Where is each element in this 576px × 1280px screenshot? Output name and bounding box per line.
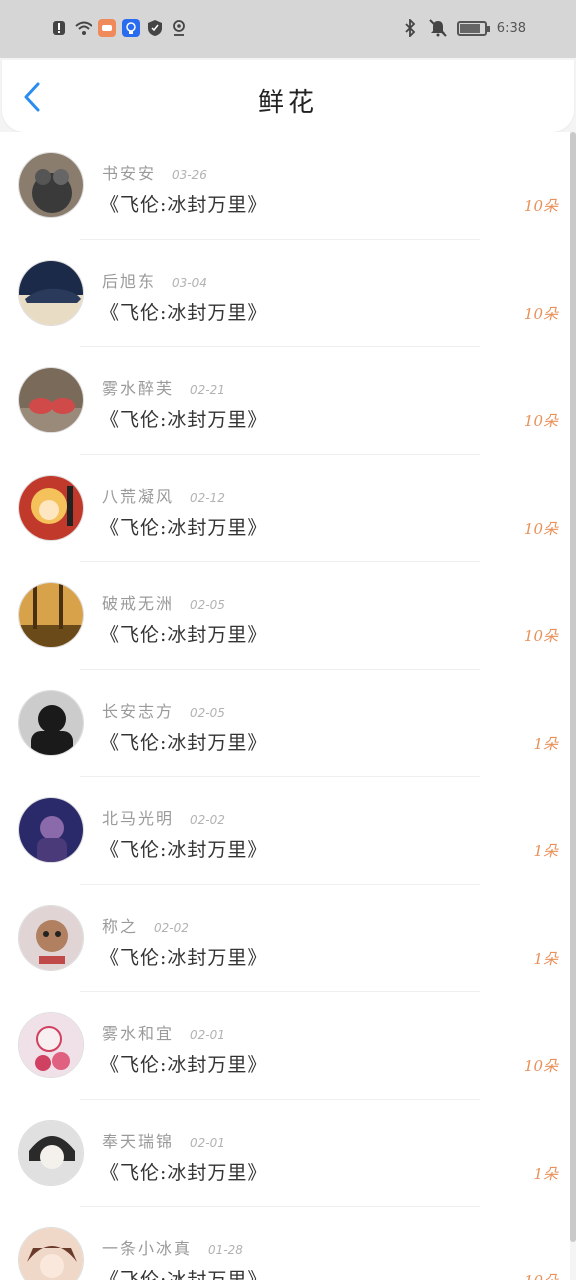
flower-count: 1朵 <box>533 734 558 753</box>
avatar[interactable] <box>18 1119 84 1186</box>
user-name: 奉天瑞锦 <box>102 1131 175 1151</box>
avatar[interactable] <box>18 582 84 648</box>
book-title[interactable]: 《飞伦:冰封万里》 <box>100 1050 267 1077</box>
gift-date: 02-12 <box>190 490 225 505</box>
user-name: 八荒凝风 <box>102 486 175 506</box>
avatar[interactable] <box>18 1227 84 1280</box>
gift-date: 02-02 <box>190 813 225 827</box>
list-item[interactable]: 长安志方 02-05 《飞伦:冰封万里》 1朵 <box>0 670 570 777</box>
book-title[interactable]: 《飞伦:冰封万里》 <box>100 298 267 325</box>
book-title[interactable]: 《飞伦:冰封万里》 <box>100 1158 267 1185</box>
flower-count: 10朵 <box>523 1057 558 1075</box>
book-title[interactable]: 《飞伦:冰封万里》 <box>100 835 267 862</box>
list-item[interactable]: 雾水醉芙 02-21 《飞伦:冰封万里》 10朵 <box>0 347 570 455</box>
list-item[interactable]: 称之 02-02 《飞伦:冰封万里》 1朵 <box>0 885 570 992</box>
book-title[interactable]: 《飞伦:冰封万里》 <box>100 513 267 540</box>
wifi-icon <box>74 18 92 38</box>
flower-count: 10朵 <box>523 627 558 645</box>
gift-date: 02-05 <box>190 598 225 612</box>
avatar[interactable] <box>18 1012 84 1078</box>
bluetooth-icon <box>401 18 419 38</box>
app-header: 鲜花 <box>2 60 574 132</box>
list-item[interactable]: 北马光明 02-02 《飞伦:冰封万里》 1朵 <box>0 777 570 885</box>
user-name: 称之 <box>102 916 139 936</box>
gift-date: 03-04 <box>172 275 207 290</box>
list-item[interactable]: 后旭东 03-04 《飞伦:冰封万里》 10朵 <box>0 240 570 347</box>
list-item[interactable]: 八荒凝风 02-12 《飞伦:冰封万里》 10朵 <box>0 455 570 562</box>
book-title[interactable]: 《飞伦:冰封万里》 <box>100 943 267 970</box>
user-name: 雾水和宜 <box>102 1024 175 1043</box>
flower-count: 1朵 <box>533 842 558 860</box>
flower-gift-list[interactable]: 书安安 03-26 《飞伦:冰封万里》 10朵 后旭东 03-04 《飞伦:冰封万里… <box>0 132 570 1280</box>
list-item[interactable]: 奉天瑞锦 02-01 《飞伦:冰封万里》 1朵 <box>0 1100 570 1207</box>
flower-count: 1朵 <box>533 949 558 968</box>
user-name: 雾水醉芙 <box>102 379 175 398</box>
list-item[interactable]: 雾水和宜 02-01 《飞伦:冰封万里》 10朵 <box>0 992 570 1100</box>
status-icons-right: 6:38 <box>401 18 526 38</box>
user-name: 一条小冰真 <box>102 1239 193 1258</box>
book-title[interactable]: 《飞伦:冰封万里》 <box>100 405 267 432</box>
book-title[interactable]: 《飞伦:冰封万里》 <box>100 728 267 755</box>
book-title[interactable]: 《飞伦:冰封万里》 <box>100 1265 267 1280</box>
gift-date: 03-26 <box>172 168 207 182</box>
avatar[interactable] <box>18 474 84 541</box>
gift-date: 02-21 <box>190 383 225 397</box>
gift-date: 01-28 <box>208 1243 243 1257</box>
flower-count: 10朵 <box>524 1270 558 1280</box>
avatar[interactable] <box>18 367 84 433</box>
status-icons-left <box>50 18 188 38</box>
location-icon <box>170 18 188 38</box>
user-name: 破戒无洲 <box>102 594 175 613</box>
avatar[interactable] <box>18 259 84 326</box>
flower-count: 1朵 <box>533 1164 558 1183</box>
book-title[interactable]: 《飞伦:冰封万里》 <box>100 190 267 217</box>
gift-date: 02-01 <box>190 1135 225 1150</box>
gift-date: 02-05 <box>190 705 225 720</box>
gift-date: 02-02 <box>154 920 189 935</box>
bulb-icon <box>122 18 140 38</box>
message-icon <box>98 18 116 38</box>
page-title: 鲜花 <box>257 88 318 118</box>
user-name: 长安志方 <box>102 701 175 721</box>
avatar[interactable] <box>18 152 84 218</box>
flower-count: 10朵 <box>523 197 558 215</box>
user-name: 后旭东 <box>102 271 157 291</box>
list-item[interactable]: 破戒无洲 02-05 《飞伦:冰封万里》 10朵 <box>0 562 570 670</box>
battery-icon <box>456 20 490 36</box>
gift-date: 02-01 <box>190 1028 225 1042</box>
scrollbar[interactable] <box>570 132 576 1242</box>
list-item[interactable]: 一条小冰真 01-28 《飞伦:冰封万里》 10朵 <box>0 1207 570 1280</box>
alert-icon <box>50 18 68 38</box>
user-name: 北马光明 <box>102 809 175 828</box>
avatar[interactable] <box>18 797 84 863</box>
status-bar: 6:38 <box>0 0 576 58</box>
flower-count: 10朵 <box>523 412 558 430</box>
mute-icon <box>429 18 447 38</box>
shield-icon <box>146 18 164 38</box>
flower-count: 10朵 <box>523 519 558 538</box>
book-title[interactable]: 《飞伦:冰封万里》 <box>100 620 267 647</box>
avatar[interactable] <box>18 689 84 756</box>
user-name: 书安安 <box>102 164 157 183</box>
list-item[interactable]: 书安安 03-26 《飞伦:冰封万里》 10朵 <box>0 132 570 240</box>
flower-count: 10朵 <box>523 304 558 323</box>
status-time: 6:38 <box>496 20 526 36</box>
avatar[interactable] <box>18 904 84 971</box>
